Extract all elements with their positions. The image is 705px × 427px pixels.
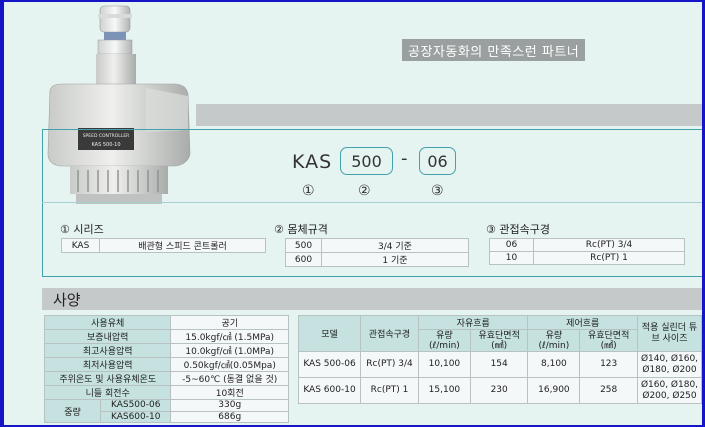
spec-band (42, 288, 702, 310)
table-row: 최저사용압력 0.50kgf/㎠(0.05Mpa) (43, 357, 289, 372)
table-row: 사용유체 공기 (43, 315, 289, 330)
table-header-row: 모델 관접속구경 자유흐름 제어흐름 적용 실린더 튜브 사이즈 (298, 315, 702, 352)
marker-3: ③ (431, 183, 444, 199)
body-size-title: ② 몸체규격 (274, 223, 328, 236)
table-row: 06 Rc(PT) 3/4 (489, 238, 685, 252)
code-dash: - (401, 148, 408, 169)
spec-table-general: 사용유체 공기 보증내압력 15.0kgf/㎠ (1.5MPa) 최고사용압력 10.… (43, 315, 289, 424)
series-table: KAS 배관형 스피드 콘트롤러 (61, 238, 266, 253)
table-row: 보증내압력 15.0kgf/㎠ (1.5MPa) (43, 329, 289, 344)
header-band (196, 104, 702, 126)
divider (42, 202, 702, 203)
table-row: KAS 500-06 Rc(PT) 3/4 10,100 154 8,100 1… (298, 351, 702, 378)
table-row: 500 3/4 기준 (285, 238, 469, 253)
table-row: 중량 KAS500-06 330g (44, 398, 289, 424)
table-row: 10 Rc(PT) 1 (489, 251, 685, 265)
table-row: KAS 600-10 Rc(PT) 1 15,100 230 16,900 25… (298, 377, 702, 404)
port-size-table: 06 Rc(PT) 3/4 10 Rc(PT) 1 (489, 238, 685, 265)
marker-1: ① (302, 183, 315, 199)
code-body-size-box: 500 (340, 147, 393, 175)
table-row: 최고사용압력 10.0kgf/㎠ (1.0MPa) (43, 343, 289, 358)
marker-2: ② (358, 183, 371, 199)
series-title: ① 시리즈 (60, 223, 104, 236)
slogan-banner: 공장자동화의 만족스런 파트너 (402, 39, 586, 61)
table-row: KAS 배관형 스피드 콘트롤러 (61, 238, 266, 253)
body-size-table: 500 3/4 기준 600 1 기준 (285, 238, 469, 267)
table-row: 600 1 기준 (285, 252, 469, 267)
code-prefix: KAS (292, 151, 333, 173)
spec-table-flow: 모델 관접속구경 자유흐름 제어흐름 적용 실린더 튜브 사이즈 유량 (ℓ/m… (298, 315, 702, 404)
port-size-title: ③ 관접속구경 (486, 223, 550, 236)
catalog-page: SPEED CONTROLLER KAS 500-10 공장자동화의 만족스런 … (4, 2, 702, 425)
table-row: 주위온도 및 사용유체온도 -5~60℃ (동결 없을 것) (43, 371, 289, 386)
table-row: 니들 회전수 10회전 (43, 385, 289, 400)
code-port-box: 06 (419, 147, 456, 175)
spec-title: 사양 (53, 291, 81, 309)
